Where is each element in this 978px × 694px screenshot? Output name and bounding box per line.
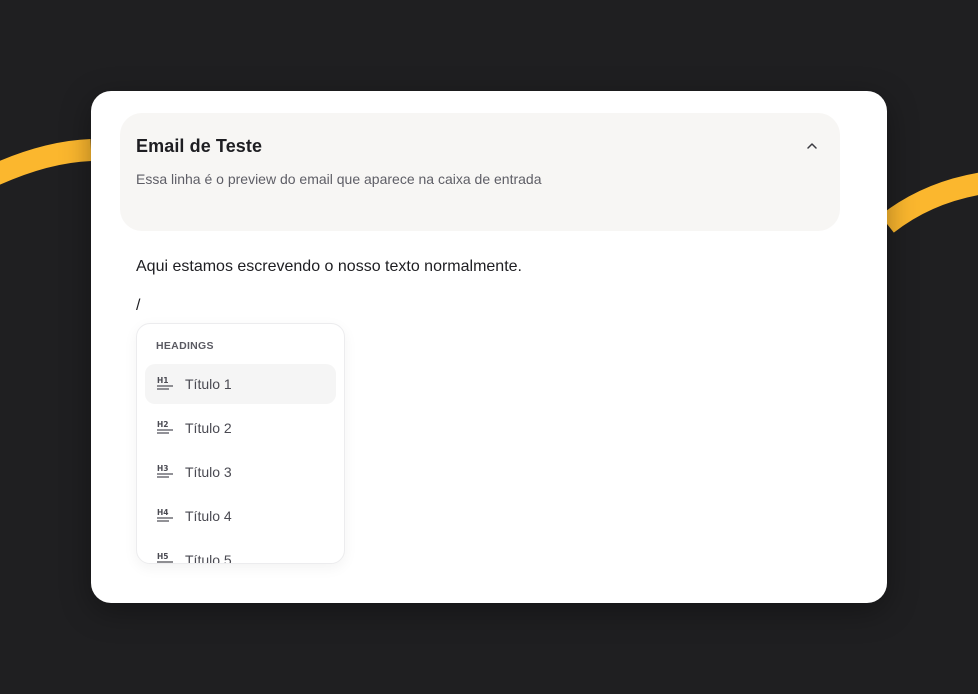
heading-1-icon: H1 (156, 376, 174, 392)
svg-text:H4: H4 (157, 508, 169, 517)
heading-2-icon: H2 (156, 420, 174, 436)
menu-section-heading: HEADINGS (156, 340, 214, 352)
menu-item-heading-5[interactable]: H5 Título 5 (145, 540, 336, 564)
svg-text:H2: H2 (157, 420, 169, 429)
menu-item-label: Título 1 (185, 376, 232, 392)
heading-3-icon: H3 (156, 464, 174, 480)
menu-item-label: Título 3 (185, 464, 232, 480)
heading-5-icon: H5 (156, 552, 174, 563)
collapse-button[interactable] (802, 137, 822, 155)
menu-item-heading-4[interactable]: H4 Título 4 (145, 496, 336, 536)
menu-item-label: Título 4 (185, 508, 232, 524)
editor-paragraph[interactable]: Aqui estamos escrevendo o nosso texto no… (136, 258, 522, 276)
svg-text:H1: H1 (157, 376, 169, 385)
menu-item-heading-1[interactable]: H1 Título 1 (145, 364, 336, 404)
app-stage: Email de Teste Essa linha é o preview do… (0, 0, 978, 694)
chevron-up-icon (807, 143, 817, 149)
svg-text:H3: H3 (157, 464, 169, 473)
heading-4-icon: H4 (156, 508, 174, 524)
menu-item-heading-2[interactable]: H2 Título 2 (145, 408, 336, 448)
email-preview-text[interactable]: Essa linha é o preview do email que apar… (136, 171, 541, 187)
menu-item-label: Título 5 (185, 552, 232, 564)
menu-item-heading-3[interactable]: H3 Título 3 (145, 452, 336, 492)
email-header-panel: Email de Teste Essa linha é o preview do… (120, 113, 840, 231)
email-editor-card: Email de Teste Essa linha é o preview do… (91, 91, 887, 603)
email-subject[interactable]: Email de Teste (136, 136, 262, 157)
svg-text:H5: H5 (157, 552, 169, 561)
slash-command-input[interactable]: / (136, 297, 140, 315)
slash-command-menu: HEADINGS H1 Título 1 H2 Título 2 H3 Títu… (136, 323, 345, 564)
menu-item-label: Título 2 (185, 420, 232, 436)
